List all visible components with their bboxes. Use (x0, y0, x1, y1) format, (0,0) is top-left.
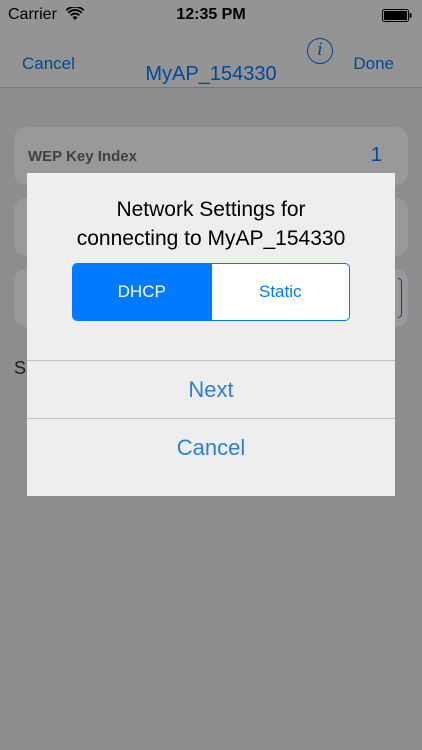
ip-mode-segmented-control[interactable]: DHCP Static (72, 263, 350, 321)
next-button[interactable]: Next (27, 361, 395, 419)
segment-static[interactable]: Static (210, 264, 350, 320)
alert-title-line: connecting to MyAP_154330 (76, 227, 346, 250)
alert-title-line: Network Settings for (116, 198, 306, 221)
alert-title: Network Settings for connecting to MyAP_… (37, 195, 385, 253)
segment-dhcp[interactable]: DHCP (73, 264, 211, 320)
network-settings-alert: Network Settings for connecting to MyAP_… (27, 173, 395, 496)
alert-cancel-button[interactable]: Cancel (27, 419, 395, 477)
